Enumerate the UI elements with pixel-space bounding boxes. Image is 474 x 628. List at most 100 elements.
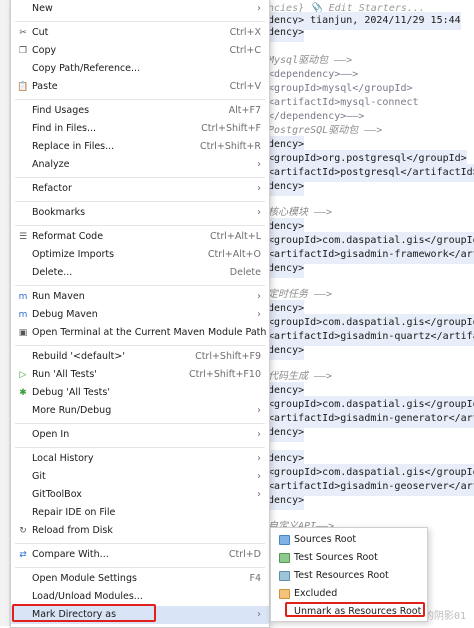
chevron-right-icon: › <box>257 489 261 500</box>
menu-item-label: Analyze <box>32 159 70 170</box>
menu-item-shortcut: Ctrl+Shift+F10 <box>189 369 261 380</box>
menu-item-label: Replace in Files... <box>32 141 115 152</box>
menu-item-paste[interactable]: 📋 Paste Ctrl+V <box>11 78 269 96</box>
menu-item-delete[interactable]: Delete... Delete <box>11 264 269 282</box>
menu-item-reformat-code[interactable]: ☰ Reformat Code Ctrl+Alt+L <box>11 228 269 246</box>
menu-separator <box>15 423 265 424</box>
menu-item-label: Paste <box>32 81 58 92</box>
menu-item-reload-from-disk[interactable]: ↻ Reload from Disk <box>11 522 269 540</box>
submenu-item-label: Sources Root <box>294 534 357 545</box>
chevron-right-icon: › <box>257 291 261 302</box>
menu-item-new[interactable]: New › <box>11 0 269 18</box>
menu-item-label: Local History <box>32 453 94 464</box>
menu-item-shortcut: Ctrl+Alt+L <box>210 231 261 242</box>
menu-item-run-maven[interactable]: m Run Maven › <box>11 288 269 306</box>
menu-item-shortcut: Ctrl+Shift+F <box>201 123 261 134</box>
menu-item-replace-in-files[interactable]: Replace in Files... Ctrl+Shift+R <box>11 138 269 156</box>
menu-item-find-usages[interactable]: Find Usages Alt+F7 <box>11 102 269 120</box>
menu-item-cut[interactable]: ✂ Cut Ctrl+X <box>11 24 269 42</box>
menu-separator <box>15 543 265 544</box>
menu-separator <box>15 567 265 568</box>
menu-item-label: Debug 'All Tests' <box>32 387 110 398</box>
menu-item-label: Optimize Imports <box>32 249 115 260</box>
menu-item-label: Debug Maven <box>32 309 98 320</box>
menu-item-more-run-debug[interactable]: More Run/Debug › <box>11 402 269 420</box>
menu-item-optimize-imports[interactable]: Optimize Imports Ctrl+Alt+O <box>11 246 269 264</box>
maven-run-icon: m <box>18 292 28 302</box>
menu-item-label: Open Terminal at the Current Maven Modul… <box>32 327 267 338</box>
menu-item-label: Cut <box>32 27 49 38</box>
code-line: dency> <box>268 260 305 278</box>
menu-item-git[interactable]: Git › <box>11 468 269 486</box>
code-line: dency> <box>268 24 305 42</box>
menu-item-copy[interactable]: ❐ Copy Ctrl+C <box>11 42 269 60</box>
menu-item-label: Open In <box>32 429 70 440</box>
project-panel-edge <box>0 0 10 626</box>
menu-item-debug-maven[interactable]: m Debug Maven › <box>11 306 269 324</box>
submenu-item-label: Test Resources Root <box>294 570 389 581</box>
menu-item-shortcut: Ctrl+Alt+O <box>207 249 261 260</box>
menu-item-gittoolbox[interactable]: GitToolBox › <box>11 486 269 504</box>
chevron-right-icon: › <box>257 159 261 170</box>
chevron-right-icon: › <box>257 609 261 620</box>
menu-item-label: Run Maven <box>32 291 85 302</box>
reload-icon: ↻ <box>19 526 27 536</box>
reformat-icon: ☰ <box>18 232 28 242</box>
menu-item-shortcut: Ctrl+X <box>229 27 261 38</box>
maven-debug-icon: m <box>18 310 28 320</box>
menu-item-run-all-tests[interactable]: ▷ Run 'All Tests' Ctrl+Shift+F10 <box>11 366 269 384</box>
submenu-item-test-resources-root[interactable]: Test Resources Root <box>271 567 427 585</box>
menu-separator <box>15 201 265 202</box>
terminal-icon: ▣ <box>18 328 28 338</box>
menu-item-compare-with[interactable]: ⇄ Compare With... Ctrl+D <box>11 546 269 564</box>
chevron-right-icon: › <box>257 207 261 218</box>
menu-item-label: Run 'All Tests' <box>32 369 97 380</box>
chevron-right-icon: › <box>257 471 261 482</box>
chevron-right-icon: › <box>257 3 261 14</box>
chevron-right-icon: › <box>257 405 261 416</box>
menu-item-shortcut: Ctrl+Shift+R <box>199 141 261 152</box>
code-line: dency> <box>268 492 305 510</box>
menu-item-shortcut: Ctrl+V <box>229 81 261 92</box>
menu-item-open-terminal-at-the-current-maven-module-path[interactable]: ▣ Open Terminal at the Current Maven Modu… <box>11 324 269 342</box>
menu-item-copy-path-reference[interactable]: Copy Path/Reference... <box>11 60 269 78</box>
folder-excluded-icon <box>279 589 290 599</box>
menu-item-open-module-settings[interactable]: Open Module Settings F4 <box>11 570 269 588</box>
scissors-icon: ✂ <box>19 28 27 38</box>
menu-item-label: GitToolBox <box>32 489 82 500</box>
menu-item-shortcut: Delete <box>229 267 261 278</box>
menu-item-local-history[interactable]: Local History › <box>11 450 269 468</box>
menu-separator <box>15 21 265 22</box>
menu-item-label: Open Module Settings <box>32 573 137 584</box>
menu-item-bookmarks[interactable]: Bookmarks › <box>11 204 269 222</box>
chevron-right-icon: › <box>257 309 261 320</box>
submenu-item-sources-root[interactable]: Sources Root <box>271 531 427 549</box>
menu-item-label: New <box>32 3 53 14</box>
menu-item-label: Rebuild '<default>' <box>32 351 125 362</box>
paste-icon: 📋 <box>17 82 29 92</box>
menu-item-label: Find in Files... <box>32 123 97 134</box>
menu-separator <box>15 99 265 100</box>
chevron-right-icon: › <box>257 183 261 194</box>
menu-separator <box>15 285 265 286</box>
menu-item-label: More Run/Debug <box>32 405 112 416</box>
folder-blue-icon <box>279 535 290 545</box>
menu-item-debug-all-tests[interactable]: ✱ Debug 'All Tests' <box>11 384 269 402</box>
menu-item-rebuild-default[interactable]: Rebuild '<default>' Ctrl+Shift+F9 <box>11 348 269 366</box>
code-line: dency> <box>268 342 305 360</box>
menu-item-open-in[interactable]: Open In › <box>11 426 269 444</box>
menu-item-refactor[interactable]: Refactor › <box>11 180 269 198</box>
menu-item-repair-ide-on-file[interactable]: Repair IDE on File <box>11 504 269 522</box>
menu-separator <box>15 345 265 346</box>
submenu-item-excluded[interactable]: Excluded <box>271 585 427 603</box>
menu-separator <box>15 225 265 226</box>
compare-icon: ⇄ <box>19 550 27 560</box>
menu-item-shortcut: Ctrl+Shift+F9 <box>195 351 261 362</box>
chevron-right-icon: › <box>257 429 261 440</box>
menu-item-shortcut: Alt+F7 <box>228 105 261 116</box>
menu-item-find-in-files[interactable]: Find in Files... Ctrl+Shift+F <box>11 120 269 138</box>
menu-item-analyze[interactable]: Analyze › <box>11 156 269 174</box>
submenu-item-test-sources-root[interactable]: Test Sources Root <box>271 549 427 567</box>
code-line: dency> <box>268 178 305 196</box>
context-menu: New › ✂ Cut Ctrl+X ❐ Copy Ctrl+C Copy Path/Refer… <box>10 0 270 628</box>
